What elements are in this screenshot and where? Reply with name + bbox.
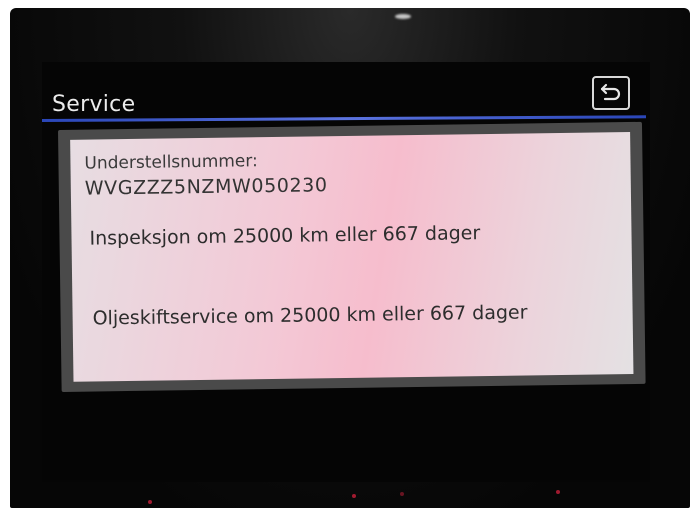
page-title: Service [52, 92, 136, 117]
oil-service-due-text: Oljeskiftservice om 25000 km eller 667 d… [92, 301, 528, 330]
vin-label: Understellsnummer: [84, 151, 258, 174]
vin-value: WVGZZZ5NZMW050230 [84, 174, 328, 200]
ambient-light-dot [352, 494, 356, 498]
bezel-glare [395, 14, 411, 19]
inspection-due-text: Inspeksjon om 25000 km eller 667 dager [89, 222, 481, 250]
ambient-light-dot [556, 490, 560, 494]
service-panel-frame: Understellsnummer: WVGZZZ5NZMW050230 Ins… [58, 121, 646, 392]
ambient-light-dot [400, 492, 404, 496]
back-button[interactable] [592, 76, 630, 110]
return-arrow-icon [599, 81, 623, 105]
photo-background: Service Understellsnummer: WVGZZZ5NZMW05… [0, 0, 698, 514]
service-info-panel: Understellsnummer: WVGZZZ5NZMW050230 Ins… [70, 132, 634, 382]
ambient-light-dot [148, 500, 152, 504]
